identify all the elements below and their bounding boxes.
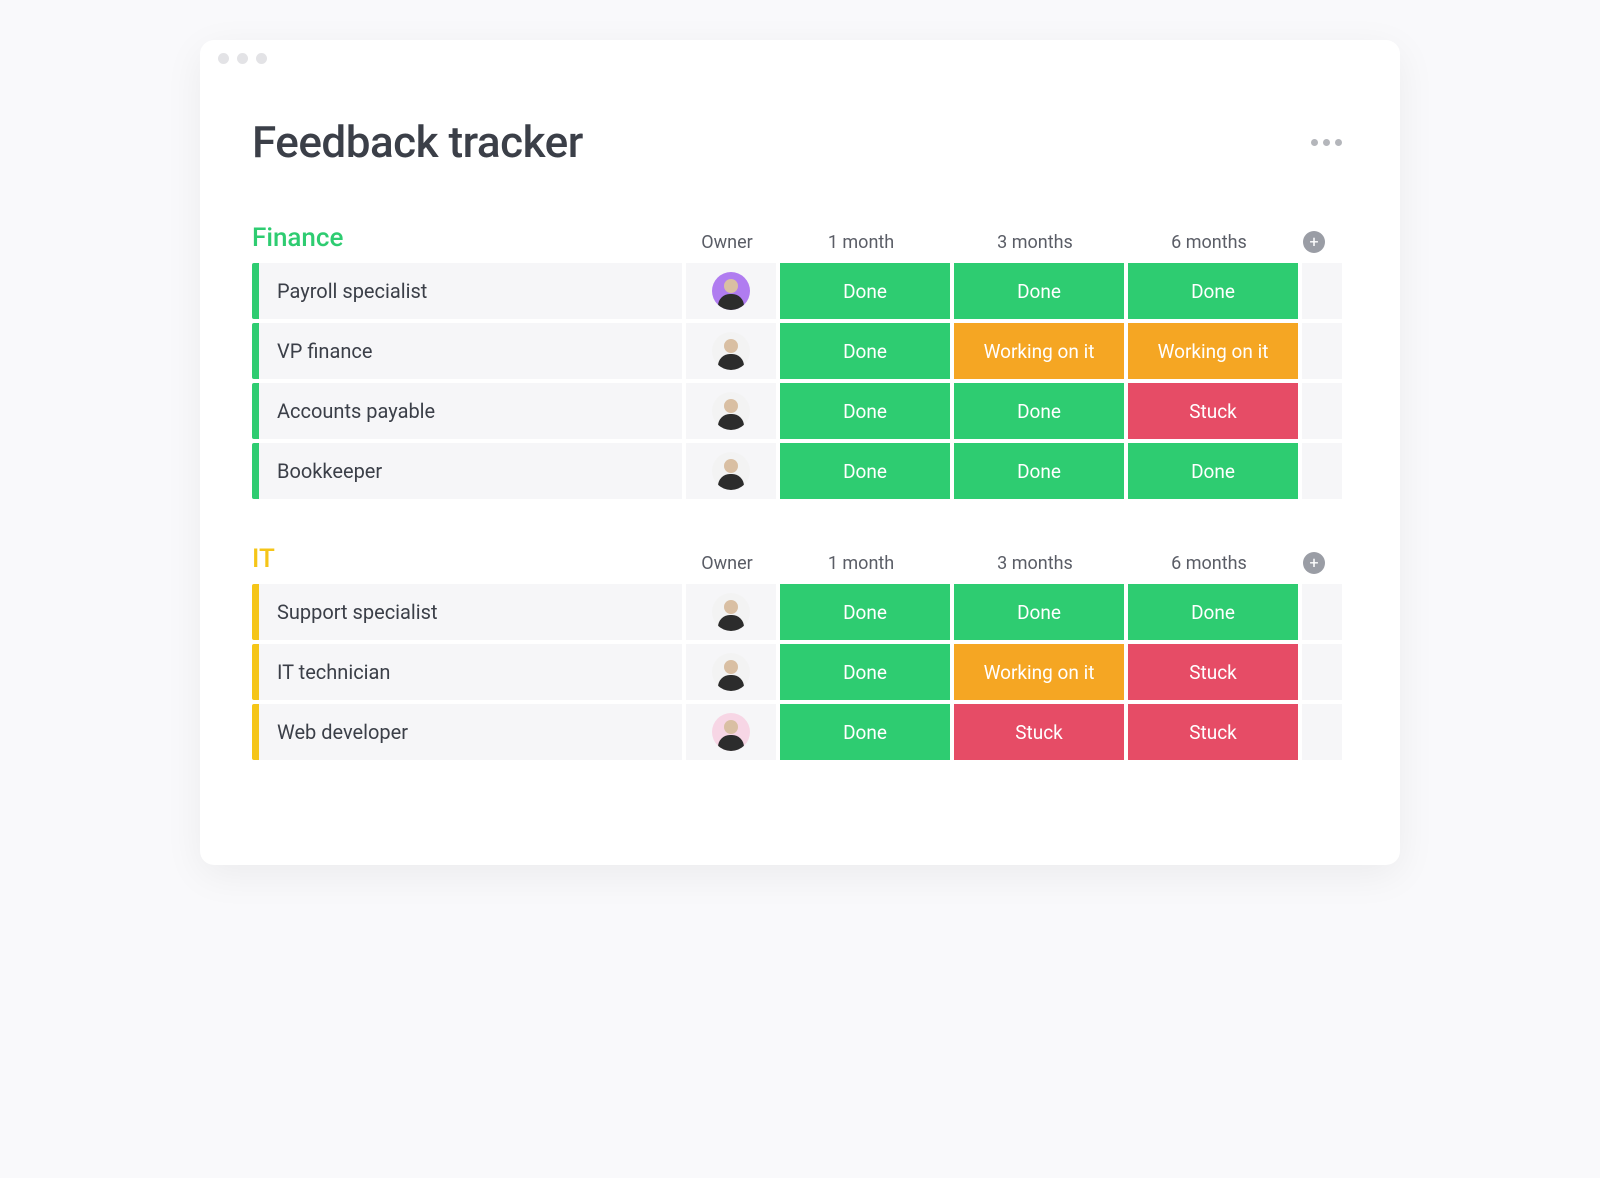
status-cell[interactable]: Done: [780, 704, 950, 760]
status-cell[interactable]: Stuck: [954, 704, 1124, 760]
row-tail-cell: [1302, 263, 1342, 319]
add-column-button[interactable]: +: [1303, 231, 1325, 253]
row-name-cell[interactable]: Web developer: [259, 704, 682, 760]
row-accent: [252, 644, 259, 700]
status-cell[interactable]: Done: [1128, 584, 1298, 640]
window-dot: [218, 53, 229, 64]
avatar: [712, 593, 750, 631]
table-row: Web developerDoneStuckStuck: [252, 704, 1348, 760]
month1-column-header[interactable]: 1 month: [776, 553, 946, 574]
group: FinanceOwner1 month3 months6 months + Payr…: [252, 223, 1348, 499]
table-row: Accounts payableDoneDoneStuck: [252, 383, 1348, 439]
owner-cell[interactable]: [686, 584, 776, 640]
row-name-cell[interactable]: VP finance: [259, 323, 682, 379]
table-row: Payroll specialistDoneDoneDone: [252, 263, 1348, 319]
board-options-button[interactable]: [1305, 133, 1348, 152]
owner-cell[interactable]: [686, 704, 776, 760]
avatar: [712, 332, 750, 370]
avatar: [712, 452, 750, 490]
group-name[interactable]: IT: [252, 544, 682, 574]
row-tail-cell: [1302, 323, 1342, 379]
avatar: [712, 713, 750, 751]
avatar: [712, 272, 750, 310]
status-cell[interactable]: Done: [1128, 443, 1298, 499]
status-cell[interactable]: Done: [780, 263, 950, 319]
add-column-button[interactable]: +: [1303, 552, 1325, 574]
row-accent: [252, 704, 259, 760]
row-name-cell[interactable]: Support specialist: [259, 584, 682, 640]
row-tail-cell: [1302, 704, 1342, 760]
status-cell[interactable]: Done: [954, 584, 1124, 640]
plus-icon: +: [1309, 234, 1318, 250]
plus-icon: +: [1309, 555, 1318, 571]
owner-cell[interactable]: [686, 443, 776, 499]
group-header: ITOwner1 month3 months6 months +: [252, 544, 1348, 574]
group-name[interactable]: Finance: [252, 223, 682, 253]
owner-column-header[interactable]: Owner: [682, 553, 772, 574]
table-row: Support specialistDoneDoneDone: [252, 584, 1348, 640]
window-dot: [256, 53, 267, 64]
table-row: IT technician DoneWorking on itStuck: [252, 644, 1348, 700]
table-row: BookkeeperDoneDoneDone: [252, 443, 1348, 499]
status-cell[interactable]: Done: [954, 383, 1124, 439]
row-name-cell[interactable]: Payroll specialist: [259, 263, 682, 319]
row-name-cell[interactable]: IT technician: [259, 644, 682, 700]
row-accent: [252, 443, 259, 499]
window-titlebar: [200, 40, 1400, 76]
window-dot: [237, 53, 248, 64]
month6-column-header[interactable]: 6 months: [1124, 553, 1294, 574]
owner-column-header[interactable]: Owner: [682, 232, 772, 253]
row-tail-cell: [1302, 383, 1342, 439]
month6-column-header[interactable]: 6 months: [1124, 232, 1294, 253]
avatar: [712, 392, 750, 430]
board-content: Feedback tracker FinanceOwner1 month3 mo…: [200, 76, 1400, 865]
status-cell[interactable]: Done: [954, 443, 1124, 499]
status-cell[interactable]: Working on it: [954, 323, 1124, 379]
board-header: Feedback tracker: [252, 116, 1348, 168]
month3-column-header[interactable]: 3 months: [950, 232, 1120, 253]
add-column-cell: +: [1294, 231, 1334, 253]
status-cell[interactable]: Done: [780, 584, 950, 640]
group: ITOwner1 month3 months6 months + Support s…: [252, 544, 1348, 760]
status-cell[interactable]: Stuck: [1128, 644, 1298, 700]
status-cell[interactable]: Done: [780, 443, 950, 499]
avatar: [712, 653, 750, 691]
row-tail-cell: [1302, 644, 1342, 700]
row-accent: [252, 323, 259, 379]
table-row: VP financeDoneWorking on itWorking on it: [252, 323, 1348, 379]
owner-cell[interactable]: [686, 323, 776, 379]
add-column-cell: +: [1294, 552, 1334, 574]
status-cell[interactable]: Done: [780, 644, 950, 700]
board-title: Feedback tracker: [252, 116, 583, 168]
status-cell[interactable]: Working on it: [1128, 323, 1298, 379]
status-cell[interactable]: Stuck: [1128, 383, 1298, 439]
app-window: Feedback tracker FinanceOwner1 month3 mo…: [200, 40, 1400, 865]
row-name-cell[interactable]: Bookkeeper: [259, 443, 682, 499]
row-accent: [252, 584, 259, 640]
row-tail-cell: [1302, 443, 1342, 499]
status-cell[interactable]: Done: [780, 383, 950, 439]
row-tail-cell: [1302, 584, 1342, 640]
status-cell[interactable]: Done: [1128, 263, 1298, 319]
row-accent: [252, 263, 259, 319]
group-header: FinanceOwner1 month3 months6 months +: [252, 223, 1348, 253]
status-cell[interactable]: Done: [954, 263, 1124, 319]
row-accent: [252, 383, 259, 439]
month3-column-header[interactable]: 3 months: [950, 553, 1120, 574]
status-cell[interactable]: Stuck: [1128, 704, 1298, 760]
row-name-cell[interactable]: Accounts payable: [259, 383, 682, 439]
status-cell[interactable]: Working on it: [954, 644, 1124, 700]
owner-cell[interactable]: [686, 644, 776, 700]
month1-column-header[interactable]: 1 month: [776, 232, 946, 253]
owner-cell[interactable]: [686, 383, 776, 439]
status-cell[interactable]: Done: [780, 323, 950, 379]
owner-cell[interactable]: [686, 263, 776, 319]
